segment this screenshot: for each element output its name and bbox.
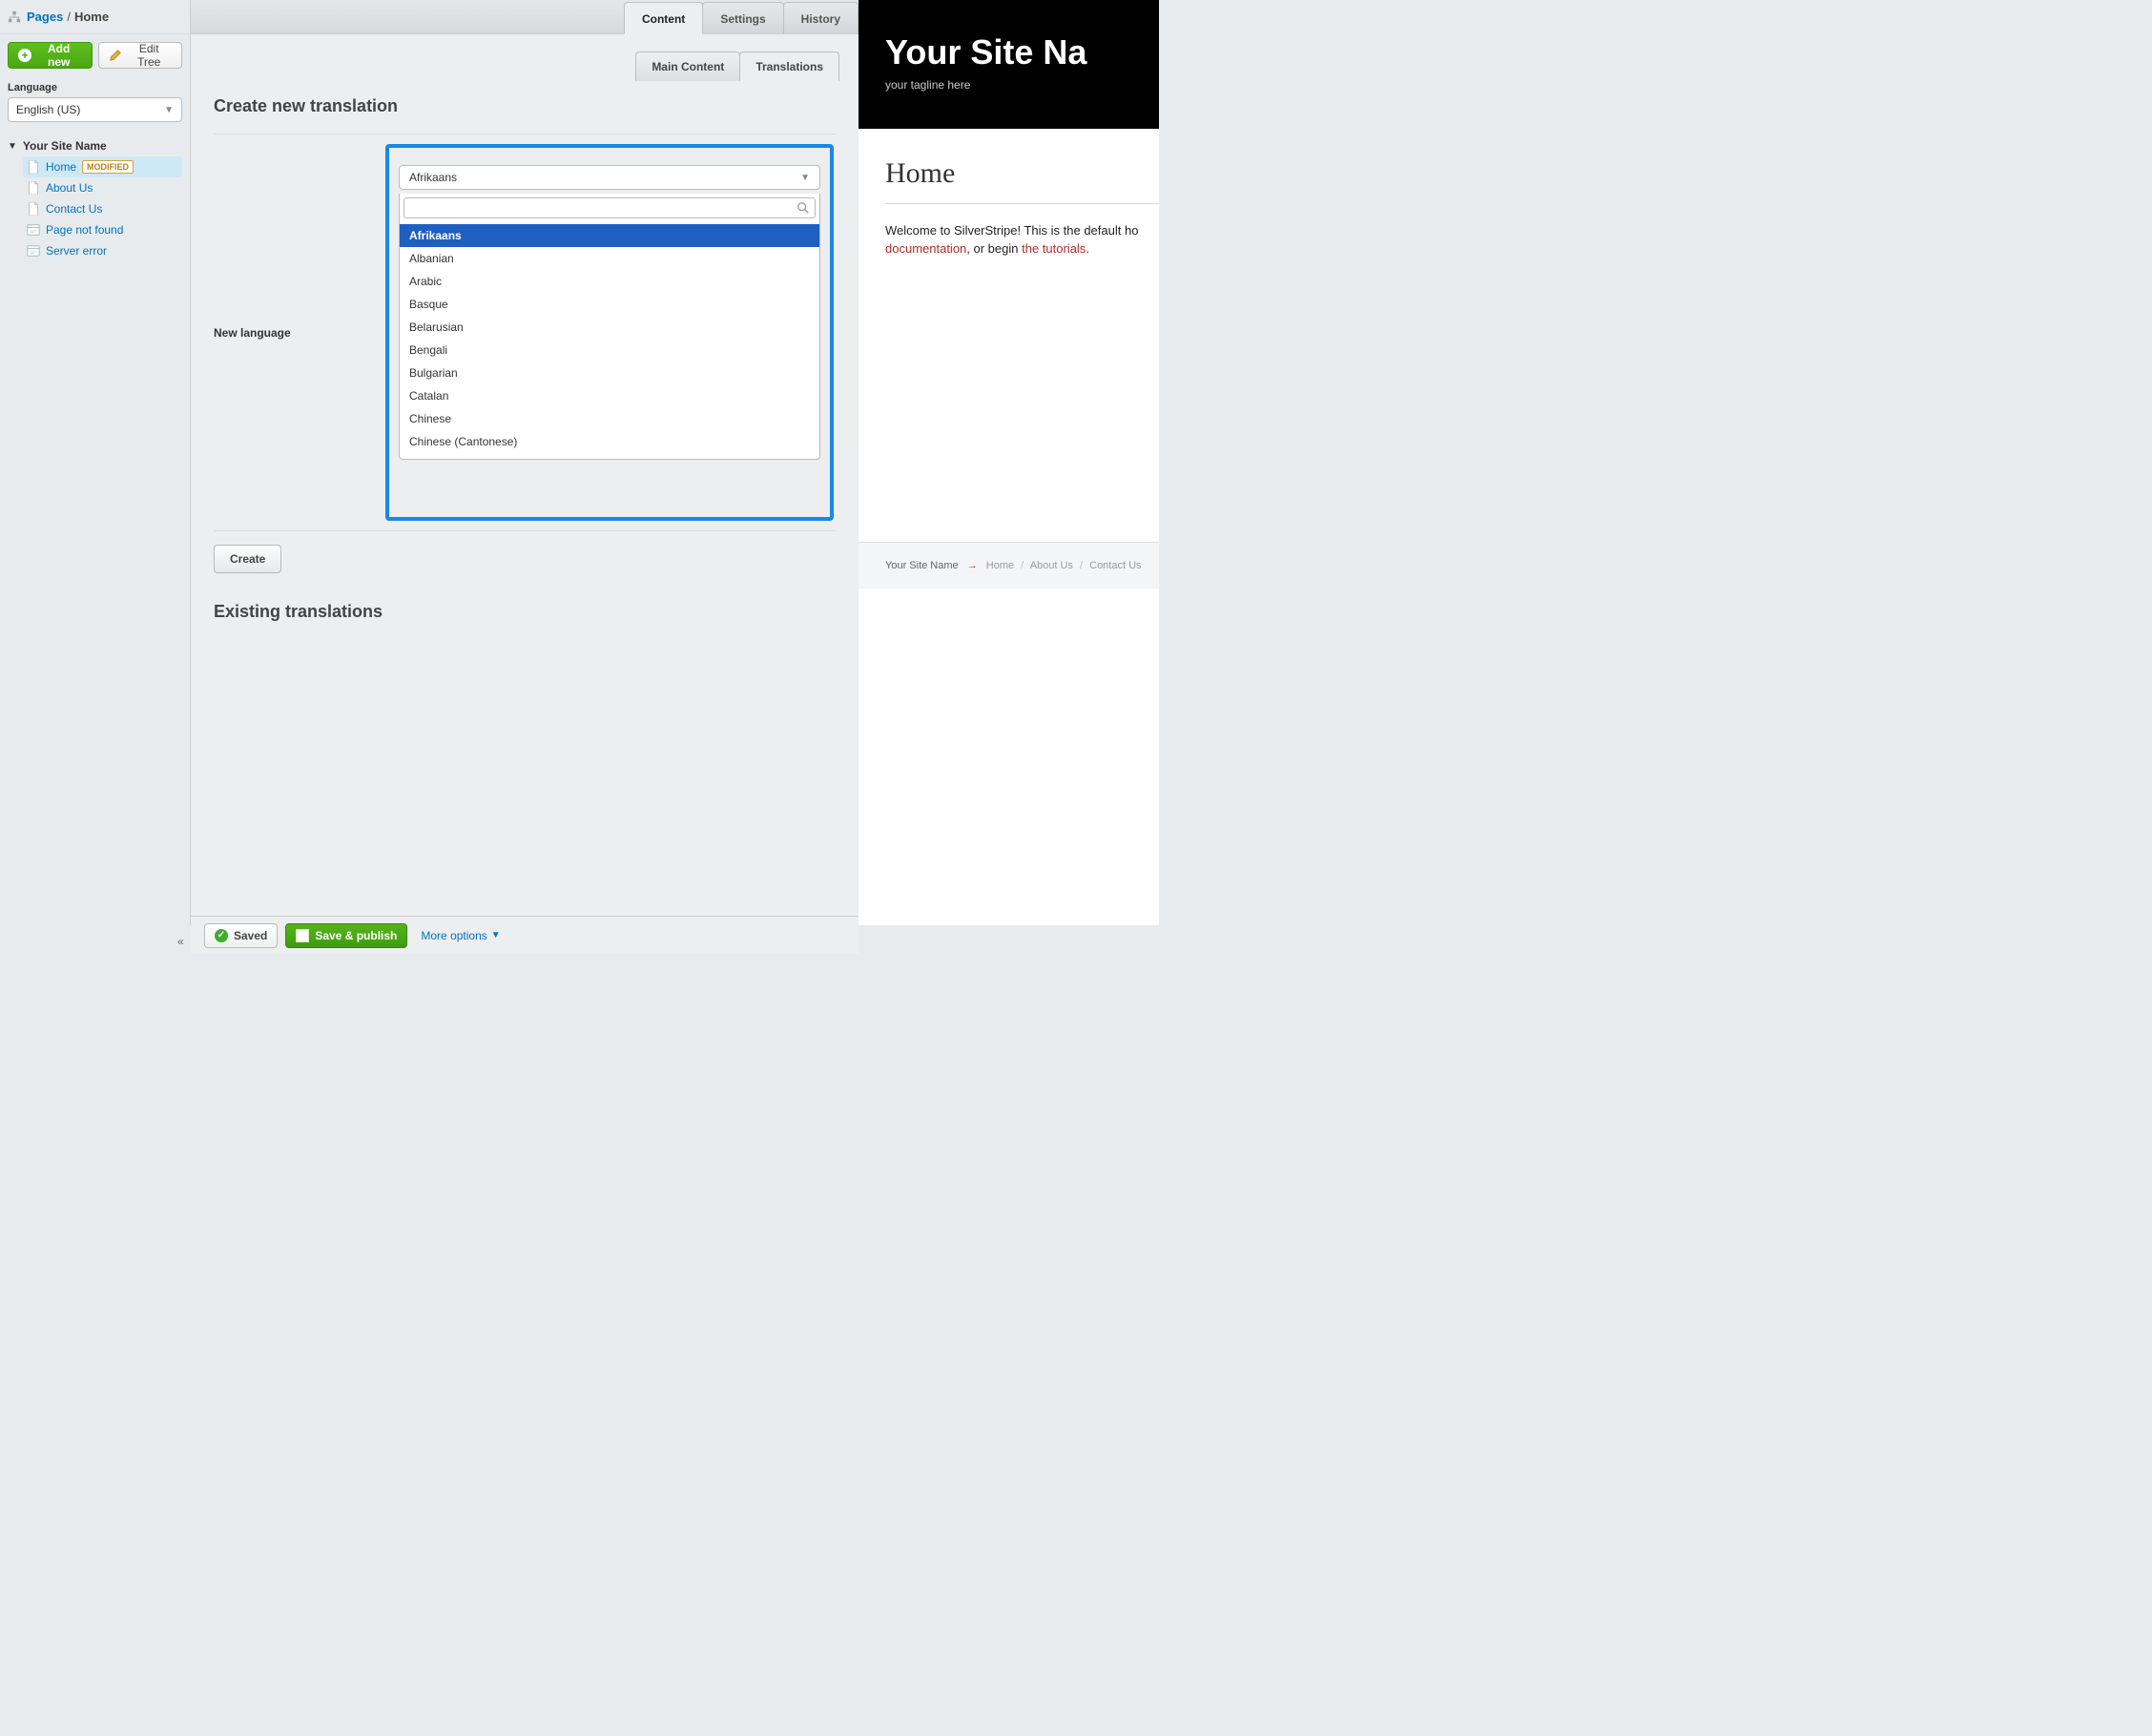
search-icon [797, 201, 810, 215]
language-option[interactable]: Basque [400, 293, 819, 316]
modified-badge: MODIFIED [82, 160, 134, 174]
server-icon [27, 244, 40, 258]
saved-label: Saved [234, 929, 267, 942]
plus-icon: + [18, 49, 31, 62]
tree-item-label: Contact Us [46, 202, 102, 216]
create-button[interactable]: Create [214, 545, 281, 573]
tree-item-label: Page not found [46, 223, 123, 237]
subtab-main-content[interactable]: Main Content [635, 52, 740, 81]
tab-content[interactable]: Content [624, 2, 703, 34]
page-icon [27, 202, 40, 216]
tree-item-label: Server error [46, 244, 107, 258]
check-icon: ✓ [215, 929, 228, 942]
tree-list: Home MODIFIED About Us Contact Us Page n… [23, 156, 182, 261]
tree-item-home[interactable]: Home MODIFIED [23, 156, 182, 177]
language-option[interactable]: Afrikaans [400, 224, 819, 247]
preview-paragraph: Welcome to SilverStripe! This is the def… [885, 223, 1159, 238]
preview-hero: Your Site Na your tagline here [859, 0, 1159, 129]
add-new-label: Add new [35, 42, 83, 69]
more-options-label: More options [421, 929, 486, 942]
preview-footer-site: Your Site Name [885, 560, 959, 571]
chevron-down-icon: ▼ [491, 930, 501, 940]
language-dropdown-highlight: Afrikaans ▼ Afrikaans Albanian [385, 144, 834, 521]
page-icon [27, 181, 40, 195]
chevron-down-icon: ▼ [164, 105, 174, 115]
preview-pane: Your Site Na your tagline here Home Welc… [859, 0, 1159, 925]
breadcrumb-root[interactable]: Pages [27, 10, 63, 24]
sidebar: Pages / Home + Add new Edit Tree Languag… [0, 0, 191, 925]
bottom-bar: ✓ Saved Save & publish More options ▼ [191, 916, 859, 954]
preview-site-name: Your Site Na [885, 32, 1159, 72]
tree-item-label: Home [46, 160, 76, 174]
tree-item-contact[interactable]: Contact Us [23, 198, 182, 219]
language-option[interactable]: Albanian [400, 247, 819, 270]
language-option[interactable]: Arabic [400, 270, 819, 293]
preview-footer: Your Site Name → Home / About Us / Conta… [859, 542, 1159, 589]
tree-root-label: Your Site Name [23, 139, 107, 153]
tab-settings[interactable]: Settings [702, 2, 783, 33]
sub-tabs: Main Content Translations [191, 34, 859, 81]
notfound-icon [27, 223, 40, 237]
language-option[interactable]: Bulgarian [400, 362, 819, 384]
preview-text: , or begin [966, 241, 1022, 256]
language-combo[interactable]: Afrikaans ▼ [399, 165, 820, 190]
language-option[interactable]: Belarusian [400, 316, 819, 339]
sitemap-icon [8, 10, 21, 24]
chevron-down-icon: ▼ [800, 173, 810, 183]
tree-toggle-icon: ▼ [8, 141, 17, 152]
page-icon [27, 160, 40, 174]
preview-text: Welcome to SilverStripe! This is the def… [885, 223, 1138, 238]
language-value: English (US) [16, 103, 80, 116]
preview-link-tutorials[interactable]: the tutorials [1022, 241, 1086, 256]
save-icon [296, 929, 309, 942]
more-options[interactable]: More options ▼ [421, 929, 500, 942]
create-translation-heading: Create new translation [214, 96, 836, 116]
breadcrumb: Pages / Home [0, 0, 190, 34]
preview-paragraph-2: documentation, or begin the tutorials. [885, 241, 1159, 256]
language-option[interactable]: Catalan [400, 384, 819, 407]
language-dropdown-panel: Afrikaans Albanian Arabic Basque Belarus… [399, 194, 820, 460]
top-tabs: Content Settings History [191, 0, 859, 34]
preview-tagline: your tagline here [885, 78, 1159, 92]
preview-text: . [1086, 241, 1089, 256]
tree-root[interactable]: ▼ Your Site Name [8, 135, 182, 156]
edit-tree-button[interactable]: Edit Tree [98, 42, 182, 69]
arrow-icon: → [967, 560, 978, 571]
add-new-button[interactable]: + Add new [8, 42, 93, 69]
tab-history[interactable]: History [783, 2, 859, 33]
new-language-label: New language [214, 326, 385, 340]
language-combo-value: Afrikaans [409, 171, 457, 184]
breadcrumb-separator: / [67, 10, 71, 24]
preview-link-documentation[interactable]: documentation [885, 241, 966, 256]
language-search-input[interactable] [404, 197, 816, 218]
edit-tree-label: Edit Tree [126, 42, 172, 69]
main-panel: Content Settings History Main Content Tr… [191, 0, 859, 925]
language-option[interactable]: Bengali [400, 339, 819, 362]
tree-item-about[interactable]: About Us [23, 177, 182, 198]
tree-item-servererr[interactable]: Server error [23, 240, 182, 261]
language-option[interactable]: Chinese [400, 407, 819, 430]
save-publish-label: Save & publish [315, 929, 397, 942]
breadcrumb-current: Home [74, 10, 109, 24]
language-label: Language [8, 82, 182, 93]
existing-translations-heading: Existing translations [214, 602, 836, 622]
language-option-list: Afrikaans Albanian Arabic Basque Belarus… [400, 220, 819, 459]
save-publish-button[interactable]: Save & publish [285, 923, 407, 948]
pencil-icon [109, 49, 122, 62]
language-select[interactable]: English (US) ▼ [8, 97, 182, 122]
preview-footer-link[interactable]: About Us [1030, 560, 1073, 571]
language-option[interactable]: Chinese (Cantonese) [400, 430, 819, 453]
saved-status: ✓ Saved [204, 923, 278, 948]
tree-item-notfound[interactable]: Page not found [23, 219, 182, 240]
tree-item-label: About Us [46, 181, 93, 195]
subtab-translations[interactable]: Translations [739, 52, 839, 81]
preview-footer-link[interactable]: Contact Us [1089, 560, 1141, 571]
collapse-sidebar[interactable]: « [177, 935, 184, 948]
preview-page-title: Home [885, 157, 1159, 204]
preview-footer-link[interactable]: Home [986, 560, 1014, 571]
